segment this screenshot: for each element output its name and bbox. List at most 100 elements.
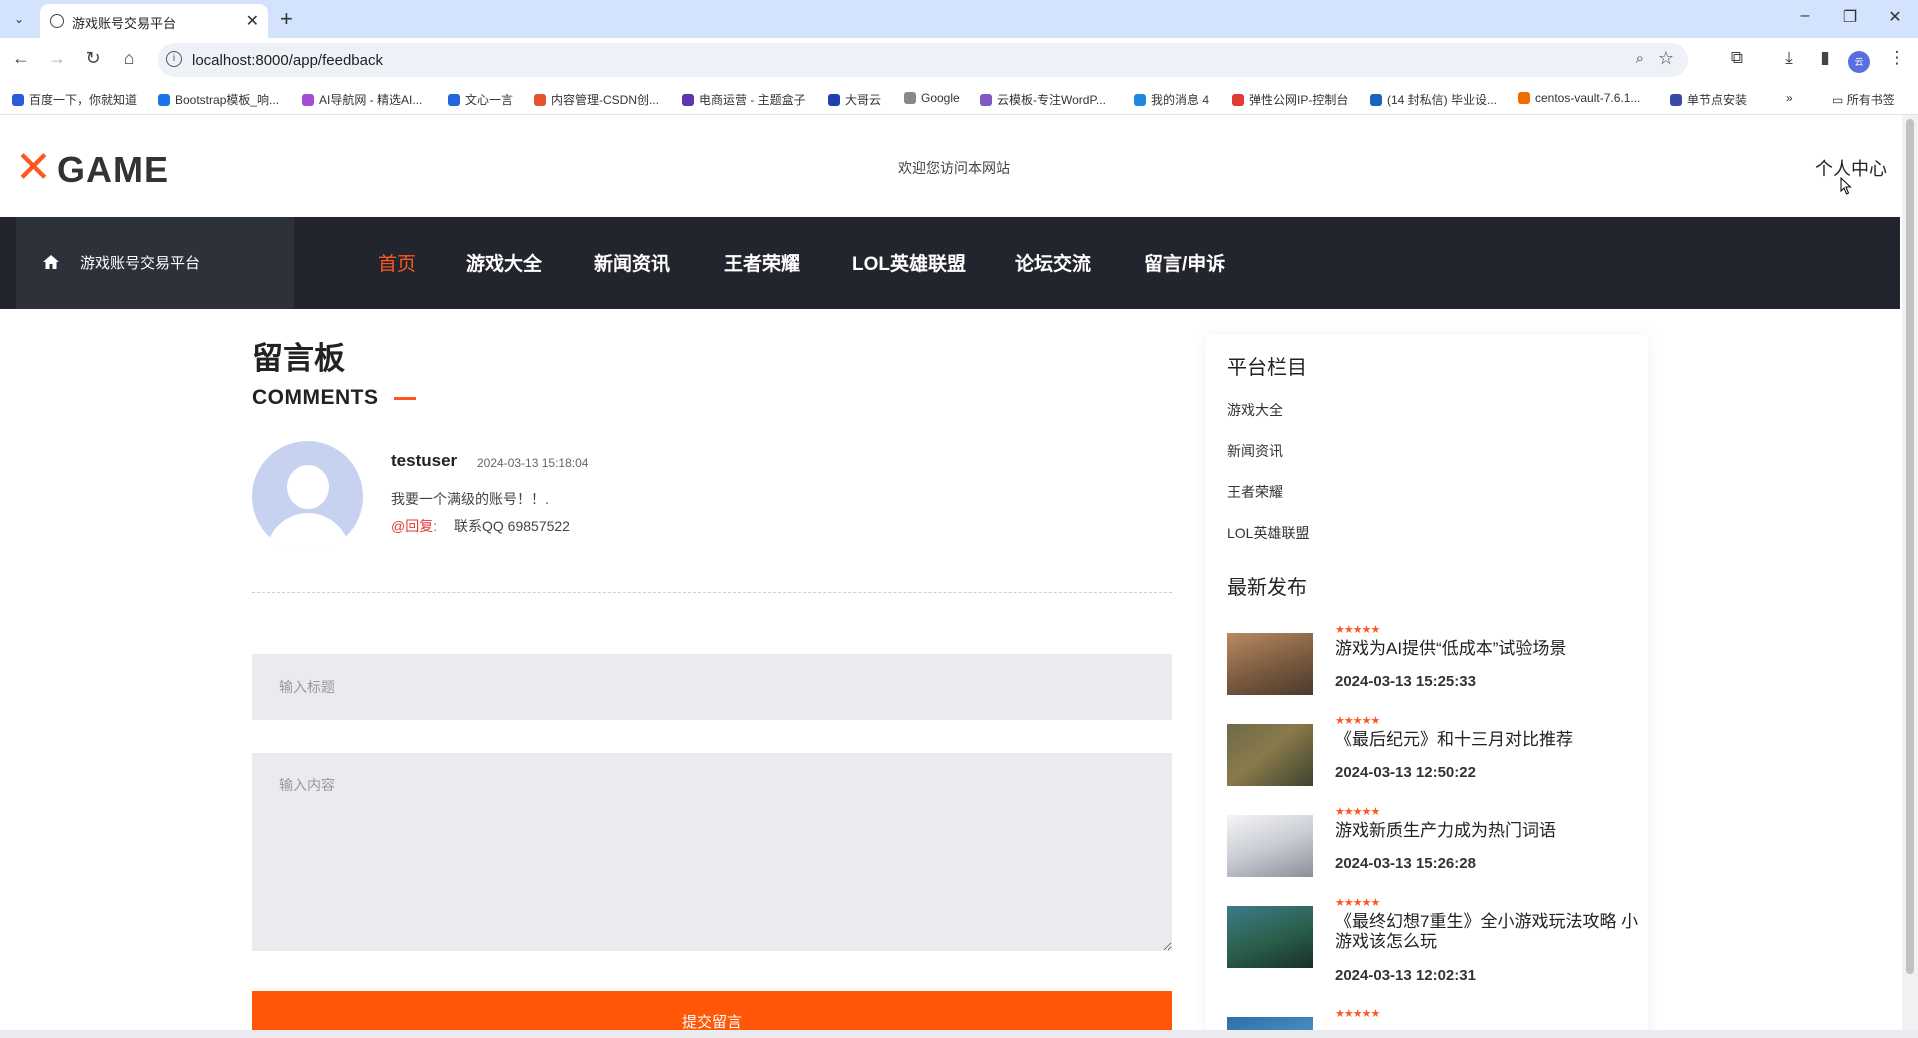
latest-post-item[interactable]: ★★★★★ 游戏新质生产力成为热门词语 2024-03-13 15:26:28 <box>1227 805 1647 885</box>
avatar-body <box>266 513 350 552</box>
bookmark-item[interactable]: (14 封私信) 毕业设... <box>1370 91 1497 108</box>
bookmark-item[interactable]: 内容管理-CSDN创... <box>534 91 659 108</box>
sidebar-link[interactable]: 新闻资讯 <box>1227 441 1283 461</box>
bookmark-item[interactable]: 电商运营 - 主题盒子 <box>682 91 806 108</box>
latest-post-item[interactable]: ★★★★★ 《最终幻想7重生》全小游戏玩法攻略 小游戏该怎么玩 2024-03-13… <box>1227 896 1647 984</box>
close-window-button[interactable]: ✕ <box>1880 7 1910 27</box>
content-textarea[interactable] <box>252 753 1172 951</box>
latest-post-item[interactable]: ★★★★★ 《最后纪元》和十三月对比推荐 2024-03-13 12:50:22 <box>1227 714 1647 794</box>
comment-user: testuser <box>391 451 458 470</box>
profile-avatar[interactable]: 云 <box>1848 51 1870 73</box>
bookmark-item[interactable]: 文心一言 <box>448 91 513 108</box>
post-date: 2024-03-13 12:50:22 <box>1335 764 1476 781</box>
post-thumbnail[interactable] <box>1227 633 1313 695</box>
address-bar[interactable]: i localhost:8000/app/feedback ⌕ ☆ <box>158 43 1688 77</box>
post-date: 2024-03-13 15:26:28 <box>1335 855 1476 872</box>
home-button[interactable]: ⌂ <box>116 48 142 69</box>
new-tab-button[interactable]: + <box>280 6 293 32</box>
bookmark-item[interactable]: AI导航网 - 精选AI... <box>302 91 422 108</box>
bookmark-favicon-icon <box>828 94 840 106</box>
latest-posts-title: 最新发布 <box>1227 577 1307 599</box>
post-date: 2024-03-13 12:02:31 <box>1335 967 1476 984</box>
forward-button[interactable]: → <box>44 48 70 69</box>
nav-item[interactable]: 留言/申诉 <box>1144 249 1225 276</box>
latest-post-item[interactable]: ★★★★★ 游戏为AI提供“低成本”试验场景 2024-03-13 15:25:33 <box>1227 623 1647 703</box>
title-input[interactable] <box>252 654 1172 720</box>
globe-icon <box>50 14 64 28</box>
side-panel-icon[interactable]: ▮ <box>1812 48 1838 68</box>
bookmark-item[interactable]: 弹性公网IP-控制台 <box>1232 91 1348 108</box>
bookmark-item[interactable]: 百度一下，你就知道 <box>12 91 137 108</box>
download-icon[interactable]: ⤓ <box>1776 48 1802 68</box>
bookmark-item[interactable]: Google <box>904 91 960 105</box>
bookmarks-overflow-icon[interactable]: » <box>1786 91 1793 105</box>
scrollbar-thumb[interactable] <box>1906 119 1914 974</box>
subtitle-accent-line <box>394 397 416 400</box>
nav-item[interactable]: 王者荣耀 <box>724 249 800 276</box>
home-icon <box>43 255 59 269</box>
folder-icon: ▭ <box>1832 93 1844 107</box>
browser-menu-icon[interactable]: ⋮ <box>1884 48 1910 68</box>
browser-tab[interactable]: 游戏账号交易平台 ✕ <box>40 4 268 38</box>
nav-item[interactable]: 论坛交流 <box>1015 249 1091 276</box>
nav-item[interactable]: 首页 <box>378 249 416 276</box>
post-date: 2024-03-13 15:25:33 <box>1335 673 1476 690</box>
site-header: ✕ GAME 欢迎您访问本网站 个人中心 <box>0 115 1900 217</box>
nav-brand[interactable]: 游戏账号交易平台 <box>16 217 294 309</box>
nav-item[interactable]: 新闻资讯 <box>594 249 670 276</box>
bookmark-favicon-icon <box>682 94 694 106</box>
bookmark-label: 百度一下，你就知道 <box>29 93 138 107</box>
restore-button[interactable]: ❐ <box>1835 7 1865 27</box>
post-title[interactable]: 《最终幻想7重生》全小游戏玩法攻略 小游戏该怎么玩 <box>1335 912 1655 952</box>
bookmark-item[interactable]: centos-vault-7.6.1... <box>1518 91 1640 105</box>
rating-stars-icon: ★★★★★ <box>1335 806 1380 818</box>
post-title[interactable]: 《最后纪元》和十三月对比推荐 <box>1335 730 1655 750</box>
sidebar-link[interactable]: 王者荣耀 <box>1227 482 1283 502</box>
submit-button[interactable]: 提交留言 <box>252 991 1172 1030</box>
bookmark-item[interactable]: 我的消息 4 <box>1134 91 1209 108</box>
page-subtitle: COMMENTS <box>252 386 379 409</box>
tab-close-icon[interactable]: ✕ <box>246 11 259 31</box>
logo-x-icon: ✕ <box>15 143 52 192</box>
sidebar-link[interactable]: LOL英雄联盟 <box>1227 523 1309 543</box>
bookmark-item[interactable]: 云模板-专注WordP... <box>980 91 1106 108</box>
post-thumbnail[interactable] <box>1227 815 1313 877</box>
browser-toolbar: ← → ↻ ⌂ i localhost:8000/app/feedback ⌕ … <box>0 38 1918 84</box>
bookmark-label: 单节点安装 <box>1687 93 1748 107</box>
bookmark-item[interactable]: 大哥云 <box>828 91 881 108</box>
minimize-button[interactable]: – <box>1790 7 1820 25</box>
post-thumbnail[interactable] <box>1227 906 1313 968</box>
page-scrollbar[interactable] <box>1902 115 1918 1030</box>
rating-stars-icon: ★★★★★ <box>1335 897 1380 909</box>
zoom-icon[interactable]: ⌕ <box>1636 50 1644 67</box>
avatar-head <box>287 465 329 509</box>
bookmark-favicon-icon <box>302 94 314 106</box>
latest-post-item[interactable]: ★★★★★ <box>1227 1007 1647 1030</box>
nav-item[interactable]: 游戏大全 <box>466 249 542 276</box>
welcome-text: 欢迎您访问本网站 <box>898 160 1010 176</box>
reload-button[interactable]: ↻ <box>80 48 106 69</box>
sidebar-section-title: 平台栏目 <box>1227 357 1307 379</box>
all-bookmarks[interactable]: ▭ 所有书签 <box>1832 91 1895 108</box>
bookmark-favicon-icon <box>534 94 546 106</box>
bookmark-star-icon[interactable]: ☆ <box>1658 48 1674 69</box>
bookmark-label: 我的消息 4 <box>1151 93 1210 107</box>
bookmarks-bar: 百度一下，你就知道 Bootstrap模板_响... AI导航网 - 精选AI...… <box>0 84 1918 115</box>
post-title[interactable]: 游戏为AI提供“低成本”试验场景 <box>1335 639 1655 659</box>
tab-search-button[interactable]: ⌄ <box>8 8 30 30</box>
url-text[interactable]: localhost:8000/app/feedback <box>192 52 383 69</box>
comment-text: 我要一个满级的账号！！. <box>391 491 549 507</box>
nav-item[interactable]: LOL英雄联盟 <box>852 249 966 276</box>
back-button[interactable]: ← <box>8 48 34 69</box>
bookmark-item[interactable]: 单节点安装 <box>1670 91 1747 108</box>
bookmark-item[interactable]: Bootstrap模板_响... <box>158 91 279 108</box>
bookmark-label: 内容管理-CSDN创... <box>551 93 660 107</box>
site-info-icon[interactable]: i <box>166 51 182 67</box>
extensions-icon[interactable]: ⧉ <box>1724 48 1750 68</box>
post-title[interactable]: 游戏新质生产力成为热门词语 <box>1335 821 1655 841</box>
sidebar-link[interactable]: 游戏大全 <box>1227 400 1283 420</box>
post-thumbnail[interactable] <box>1227 1017 1313 1030</box>
rating-stars-icon: ★★★★★ <box>1335 624 1380 636</box>
post-thumbnail[interactable] <box>1227 724 1313 786</box>
bookmark-favicon-icon <box>1518 92 1530 104</box>
